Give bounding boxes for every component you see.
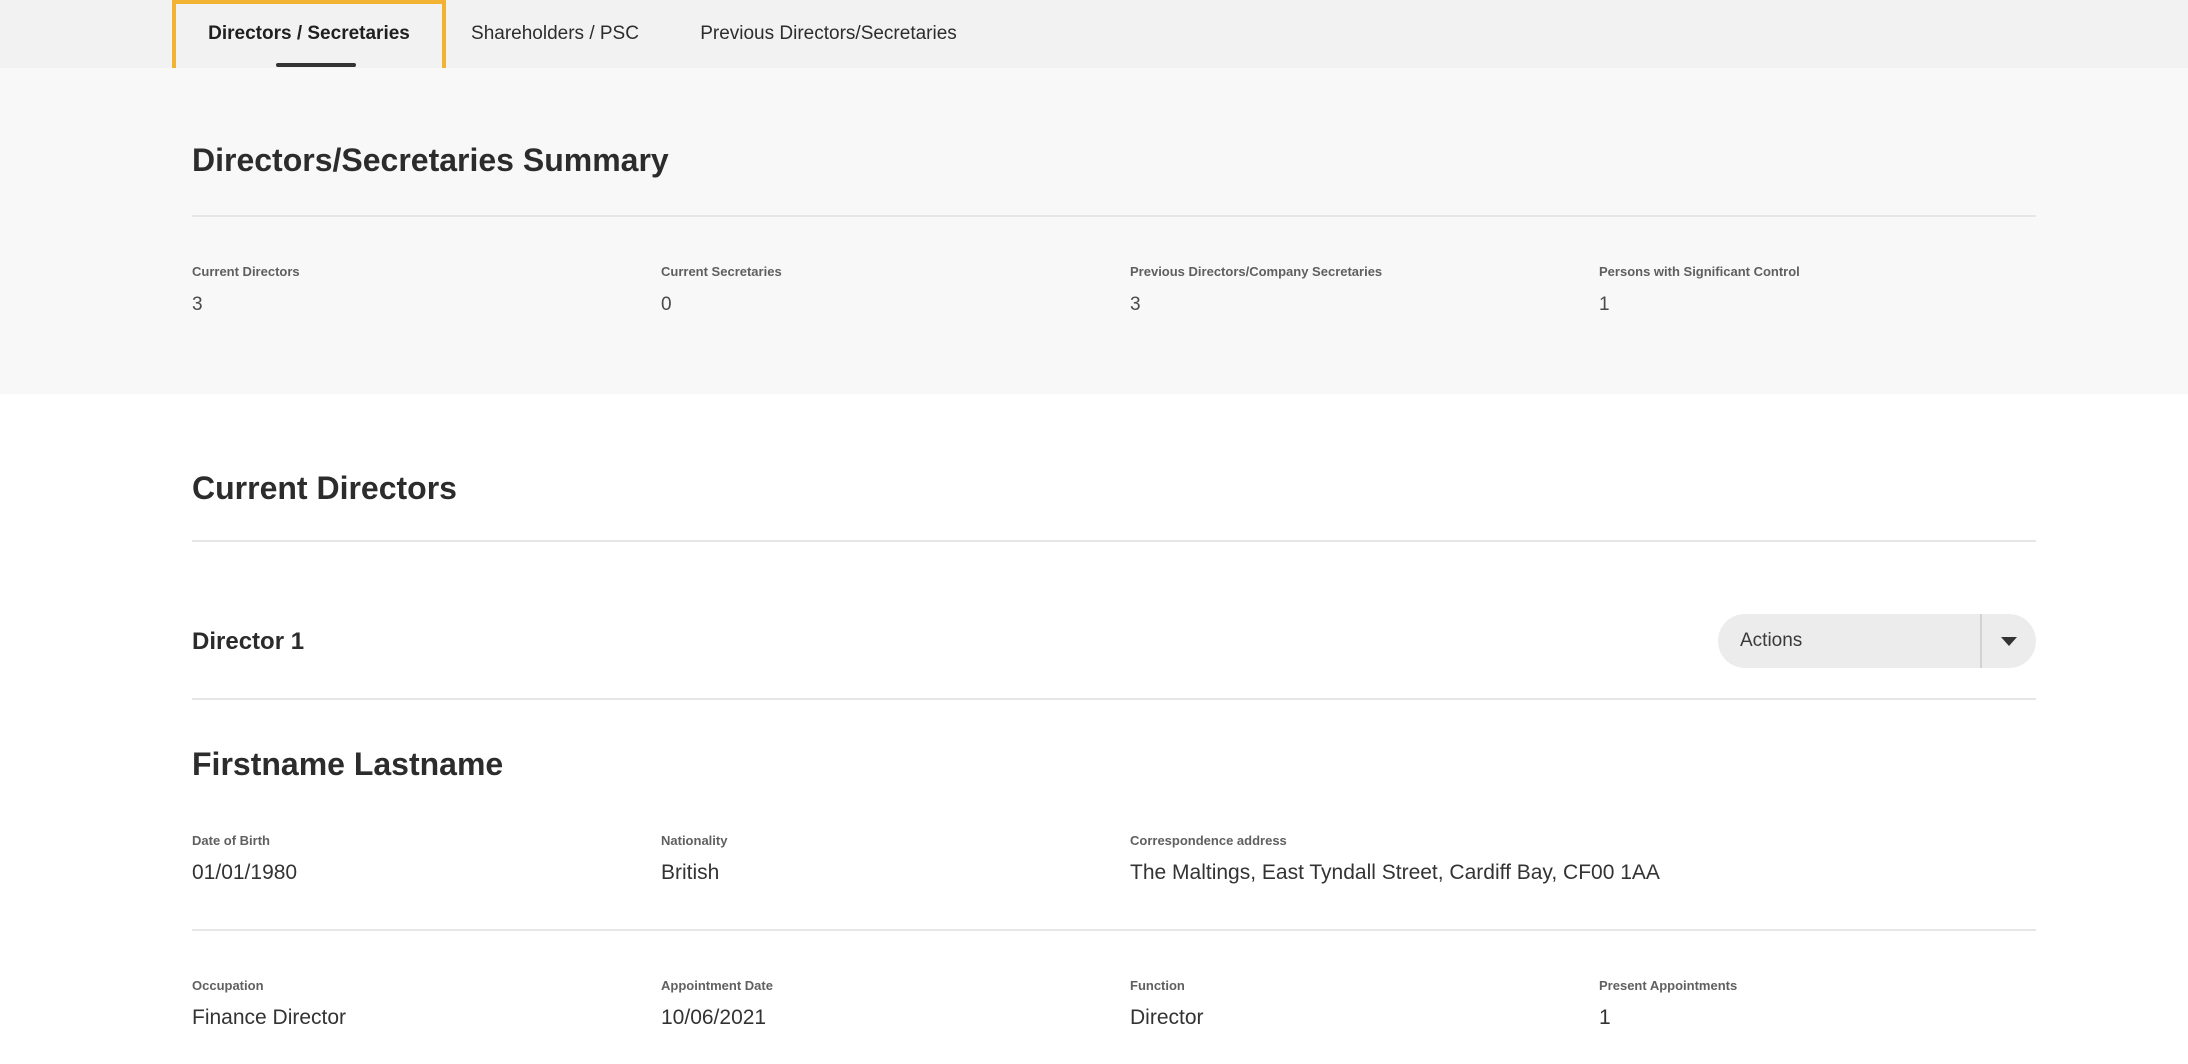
stat-label-psc: Persons with Significant Control	[1599, 264, 1800, 279]
dob-label: Date of Birth	[192, 833, 270, 848]
stat-label-current-directors: Current Directors	[192, 264, 300, 279]
director-heading: Director 1	[192, 628, 305, 655]
summary-section: Directors/Secretaries Summary Current Di…	[0, 68, 2188, 394]
director-name: Firstname Lastname	[192, 746, 504, 782]
appointment-date-label: Appointment Date	[661, 978, 773, 993]
nationality-label: Nationality	[661, 833, 728, 848]
fields-divider	[192, 929, 2036, 931]
stat-label-current-secretaries: Current Secretaries	[661, 264, 782, 279]
tab-shareholders-psc[interactable]: Shareholders / PSC	[460, 0, 650, 68]
chevron-down-icon	[2001, 636, 2017, 646]
present-appointments-value: 1	[1599, 1006, 1611, 1029]
summary-divider	[192, 215, 2036, 217]
stat-value-previous-directors: 3	[1130, 294, 1141, 315]
occupation-label: Occupation	[192, 978, 264, 993]
address-value: The Maltings, East Tyndall Street, Cardi…	[1130, 861, 1660, 884]
tab-previous-directors-secretaries[interactable]: Previous Directors/Secretaries	[680, 0, 977, 68]
tab-bar: Directors / Secretaries Shareholders / P…	[0, 0, 2188, 78]
present-appointments-label: Present Appointments	[1599, 978, 1738, 993]
stat-value-current-secretaries: 0	[661, 294, 672, 315]
actions-dropdown-toggle[interactable]	[1982, 614, 2036, 668]
dob-value: 01/01/1980	[192, 861, 298, 884]
stat-value-psc: 1	[1599, 294, 1610, 315]
actions-button[interactable]: Actions	[1718, 614, 1980, 668]
summary-title: Directors/Secretaries Summary	[192, 142, 669, 178]
appointment-date-value: 10/06/2021	[661, 1006, 767, 1029]
address-label: Correspondence address	[1130, 833, 1287, 848]
current-directors-title: Current Directors	[192, 470, 457, 506]
stat-value-current-directors: 3	[192, 294, 203, 315]
occupation-value: Finance Director	[192, 1006, 347, 1029]
current-directors-divider	[192, 540, 2036, 542]
stat-label-previous-directors: Previous Directors/Company Secretaries	[1130, 264, 1383, 279]
tab-directors-secretaries[interactable]: Directors / Secretaries	[176, 0, 442, 68]
function-label: Function	[1130, 978, 1185, 993]
nationality-value: British	[661, 861, 720, 884]
director-divider	[192, 698, 2036, 700]
function-value: Director	[1130, 1006, 1204, 1029]
actions-split-button: Actions	[1718, 614, 2036, 668]
active-tab-indicator	[276, 63, 356, 67]
